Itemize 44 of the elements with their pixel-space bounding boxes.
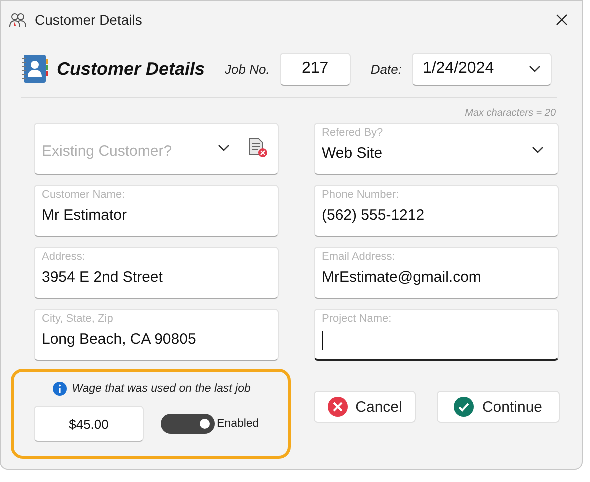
toggle-switch[interactable] [161,414,215,434]
close-icon [556,14,568,26]
field-label: Address: [42,251,86,263]
field-value: Long Beach, CA 90805 [42,331,196,348]
input-field[interactable]: Customer Name: Mr Estimator [34,185,279,237]
field-label: Phone Number: [322,189,400,201]
info-icon [53,382,68,396]
job-number-label: Job No. [225,62,270,76]
input-field[interactable]: Address: 3954 E 2nd Street [34,247,279,299]
field-label: Project Name: [322,313,393,325]
field-label: Refered By? [322,127,384,139]
input-field[interactable]: City, State, Zip Long Beach, CA 90805 [34,309,279,361]
field-value: 3954 E 2nd Street [42,269,163,286]
cancel-button[interactable]: Cancel [314,391,416,423]
checkmark-icon [454,397,474,417]
input-field[interactable]: Email Address: MrEstimate@gmail.com [314,247,559,299]
job-number-field[interactable]: 217 [280,52,351,86]
continue-button[interactable]: Continue [437,391,560,423]
wage-note: Wage that was used on the last job [72,383,251,395]
chevron-down-icon[interactable] [532,146,544,154]
toggle-label: Enabled [217,418,260,430]
wage-field[interactable]: $45.00 [34,406,144,442]
close-icon [328,397,348,417]
chevron-down-icon[interactable] [218,144,230,152]
field-value: (562) 555-1212 [322,207,425,224]
field-label: City, State, Zip [42,313,114,325]
referral-dropdown[interactable]: Refered By? Web Site [314,123,559,175]
field-label: Customer Name: [42,189,126,201]
input-field[interactable]: Phone Number: (562) 555-1212 [314,185,559,237]
field-value: MrEstimate@gmail.com [322,269,482,286]
form-title: Customer Details [57,58,206,80]
placeholder-text: Existing Customer? [42,143,172,160]
date-label: Date: [370,62,402,76]
field-value: Mr Estimator [42,207,128,224]
field-label: Email Address: [322,251,396,263]
date-picker[interactable]: 1/24/2024 [412,52,552,86]
text-cursor [322,331,323,350]
people-icon [9,12,27,28]
chevron-down-icon[interactable] [528,65,541,73]
field-value: Web Site [322,145,383,162]
window-title: Customer Details [35,12,144,28]
max-characters-note: Max characters = 20 [465,108,556,119]
clear-document-icon[interactable] [249,138,268,158]
address-book-icon [21,54,49,84]
